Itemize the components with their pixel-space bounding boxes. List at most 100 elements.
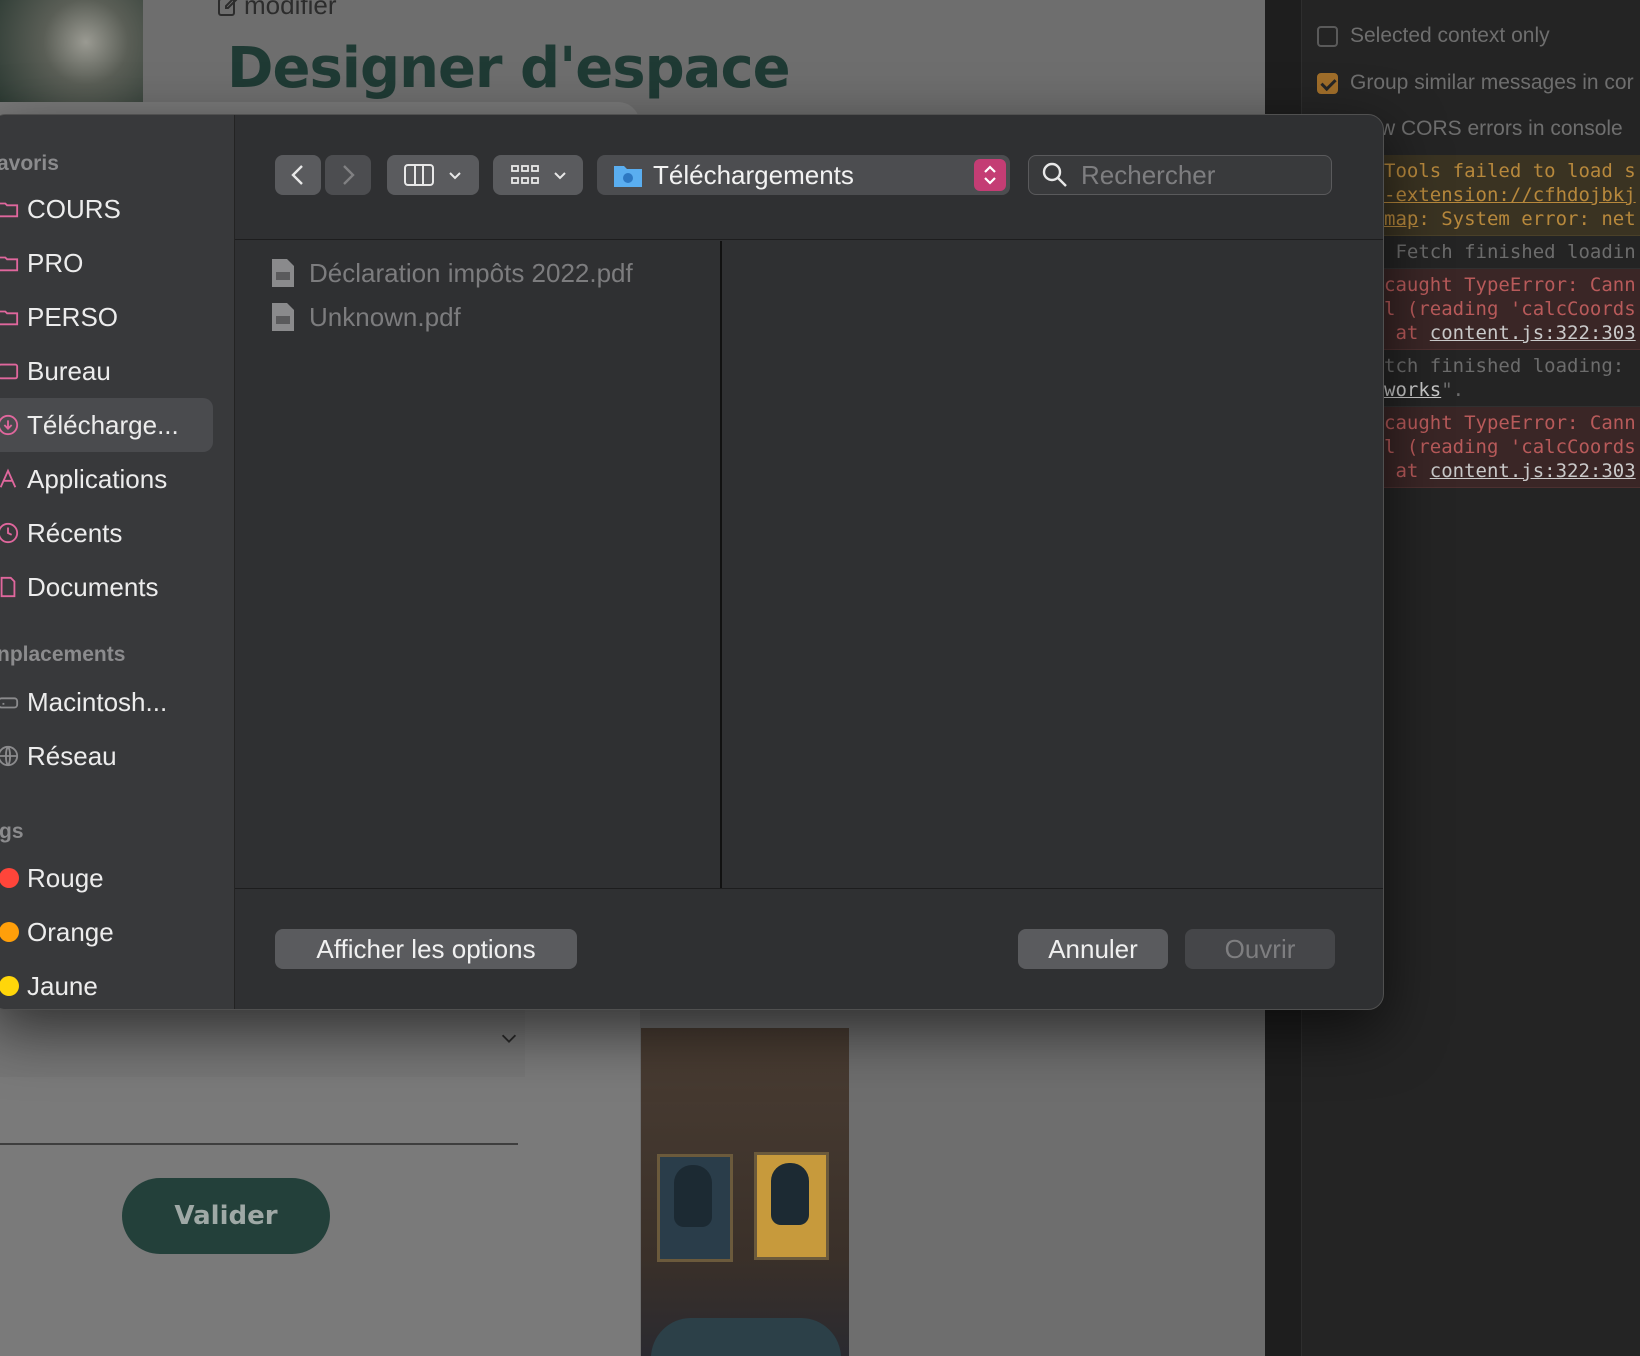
dialog-sidebar: avoris COURS PRO PERSO Bureau Télécharge… bbox=[0, 115, 235, 1009]
sidebar-section-locations: nplacements bbox=[0, 643, 126, 666]
submit-button[interactable]: Valider bbox=[122, 1178, 330, 1254]
grid-icon bbox=[510, 165, 539, 184]
sidebar-item-perso[interactable]: PERSO bbox=[0, 290, 213, 344]
sidebar-item-label: Réseau bbox=[27, 740, 117, 771]
downloads-folder-icon bbox=[614, 166, 642, 187]
portrait-frame bbox=[657, 1154, 733, 1262]
applications-icon bbox=[0, 468, 17, 488]
console-error: caught TypeError: Cann l (reading 'calcC… bbox=[1380, 407, 1640, 488]
show-options-button[interactable]: Afficher les options bbox=[275, 929, 577, 969]
console-link[interactable]: map bbox=[1384, 208, 1418, 230]
chevron-down-icon bbox=[553, 172, 566, 180]
setting-group-similar[interactable]: Group similar messages in cor bbox=[1317, 71, 1634, 95]
setting-selected-context[interactable]: Selected context only bbox=[1317, 24, 1550, 48]
pdf-file-icon bbox=[272, 303, 294, 331]
column-view-button[interactable] bbox=[387, 155, 479, 195]
sidebar-item-tag-rouge[interactable]: Rouge bbox=[0, 851, 213, 905]
chevron-left-icon bbox=[291, 165, 303, 185]
folder-icon bbox=[0, 310, 19, 326]
folder-icon bbox=[0, 256, 19, 272]
sidebar-item-label: PRO bbox=[27, 247, 84, 278]
location-label: Téléchargements bbox=[653, 159, 854, 190]
console-log: Tools failed to load s -extension://cfhd… bbox=[1380, 155, 1640, 488]
file-name: Unknown.pdf bbox=[309, 301, 461, 332]
preview-column bbox=[724, 241, 1383, 888]
sidebar-item-label: COURS bbox=[27, 193, 121, 224]
sidebar-item-label: Télécharge... bbox=[27, 409, 179, 440]
sidebar-item-applications[interactable]: Applications bbox=[0, 452, 213, 506]
chevron-down-icon bbox=[449, 172, 461, 180]
sidebar-item-label: Bureau bbox=[27, 355, 111, 386]
desktop-folder-icon bbox=[0, 363, 19, 380]
form-select[interactable] bbox=[0, 1005, 525, 1077]
columns-icon bbox=[404, 164, 434, 186]
setting-label: Selected context only bbox=[1350, 24, 1550, 47]
download-icon bbox=[0, 414, 19, 436]
clock-icon bbox=[0, 522, 19, 544]
back-button[interactable] bbox=[275, 155, 321, 195]
cancel-button[interactable]: Annuler bbox=[1018, 929, 1168, 969]
red-tag-icon bbox=[0, 868, 19, 888]
document-icon bbox=[0, 576, 16, 598]
sidebar-item-recents[interactable]: Récents bbox=[0, 506, 213, 560]
sidebar-item-label: Macintosh... bbox=[27, 686, 168, 717]
console-link[interactable]: -extension://cfhdojbkj bbox=[1384, 184, 1636, 206]
location-dropdown[interactable]: Téléchargements bbox=[597, 155, 1010, 195]
pdf-file-icon bbox=[272, 259, 294, 287]
sidebar-section-tags: gs bbox=[0, 820, 24, 843]
sidebar-item-documents[interactable]: Documents bbox=[0, 560, 213, 614]
form-divider bbox=[0, 1143, 518, 1145]
dialog-footer: Afficher les options Annuler Ouvrir bbox=[235, 888, 1383, 1009]
forward-button[interactable] bbox=[325, 155, 371, 195]
yellow-tag-icon bbox=[0, 976, 19, 996]
folder-icon bbox=[0, 202, 19, 218]
sidebar-item-label: Documents bbox=[27, 571, 159, 602]
sidebar-item-macintosh[interactable]: Macintosh... bbox=[0, 675, 213, 729]
console-link[interactable]: content.js:322:303 bbox=[1430, 322, 1636, 344]
edit-icon bbox=[218, 0, 237, 16]
checkbox[interactable] bbox=[1317, 25, 1338, 47]
page-title: Designer d'espace bbox=[227, 36, 791, 101]
globe-icon bbox=[0, 745, 19, 767]
sofa bbox=[651, 1318, 841, 1356]
portrait-frame bbox=[754, 1152, 829, 1260]
file-name: Déclaration impôts 2022.pdf bbox=[309, 257, 633, 288]
console-link[interactable]: works bbox=[1384, 379, 1441, 401]
edit-link[interactable]: modifier bbox=[216, 0, 336, 21]
sidebar-item-cours[interactable]: COURS bbox=[0, 182, 213, 236]
console-error: caught TypeError: Cann l (reading 'calcC… bbox=[1380, 269, 1640, 350]
sidebar-item-label: PERSO bbox=[27, 301, 119, 332]
setting-label: Group similar messages in cor bbox=[1350, 71, 1634, 94]
sidebar-item-tag-orange[interactable]: Orange bbox=[0, 905, 213, 959]
disk-icon bbox=[0, 697, 19, 709]
sidebar-item-pro[interactable]: PRO bbox=[0, 236, 213, 290]
file-item[interactable]: Unknown.pdf bbox=[271, 295, 461, 339]
checkbox-checked[interactable] bbox=[1317, 72, 1338, 94]
group-view-button[interactable] bbox=[493, 155, 583, 195]
sidebar-item-telechargements[interactable]: Télécharge... bbox=[0, 398, 213, 452]
search-input[interactable] bbox=[1081, 159, 1321, 191]
setting-cors-errors[interactable]: w CORS errors in console bbox=[1380, 117, 1623, 141]
file-item[interactable]: Déclaration impôts 2022.pdf bbox=[271, 251, 633, 295]
sidebar-item-reseau[interactable]: Réseau bbox=[0, 729, 213, 783]
sidebar-section-favorites: avoris bbox=[0, 152, 59, 175]
open-file-dialog: avoris COURS PRO PERSO Bureau Télécharge… bbox=[0, 114, 1384, 1010]
up-down-arrows-icon bbox=[974, 159, 1006, 191]
search-icon bbox=[1042, 162, 1067, 187]
sidebar-item-tag-jaune[interactable]: Jaune bbox=[0, 959, 213, 1009]
open-button[interactable]: Ouvrir bbox=[1185, 929, 1335, 969]
orange-tag-icon bbox=[0, 922, 19, 942]
sidebar-item-label: Récents bbox=[27, 517, 123, 548]
search-field[interactable] bbox=[1028, 155, 1332, 195]
sidebar-item-label: Rouge bbox=[27, 862, 104, 893]
console-info: tch finished loading: works". bbox=[1380, 350, 1640, 407]
room-image bbox=[641, 1028, 849, 1356]
sidebar-item-label: Applications bbox=[27, 463, 168, 494]
sidebar-item-label: Orange bbox=[27, 916, 114, 947]
console-link[interactable]: content.js:322:303 bbox=[1430, 460, 1636, 482]
chevron-down-icon bbox=[501, 1034, 517, 1043]
edit-link-label: modifier bbox=[244, 0, 337, 20]
chevron-right-icon bbox=[343, 165, 355, 185]
sidebar-item-bureau[interactable]: Bureau bbox=[0, 344, 213, 398]
dialog-toolbar: Téléchargements bbox=[235, 115, 1383, 240]
